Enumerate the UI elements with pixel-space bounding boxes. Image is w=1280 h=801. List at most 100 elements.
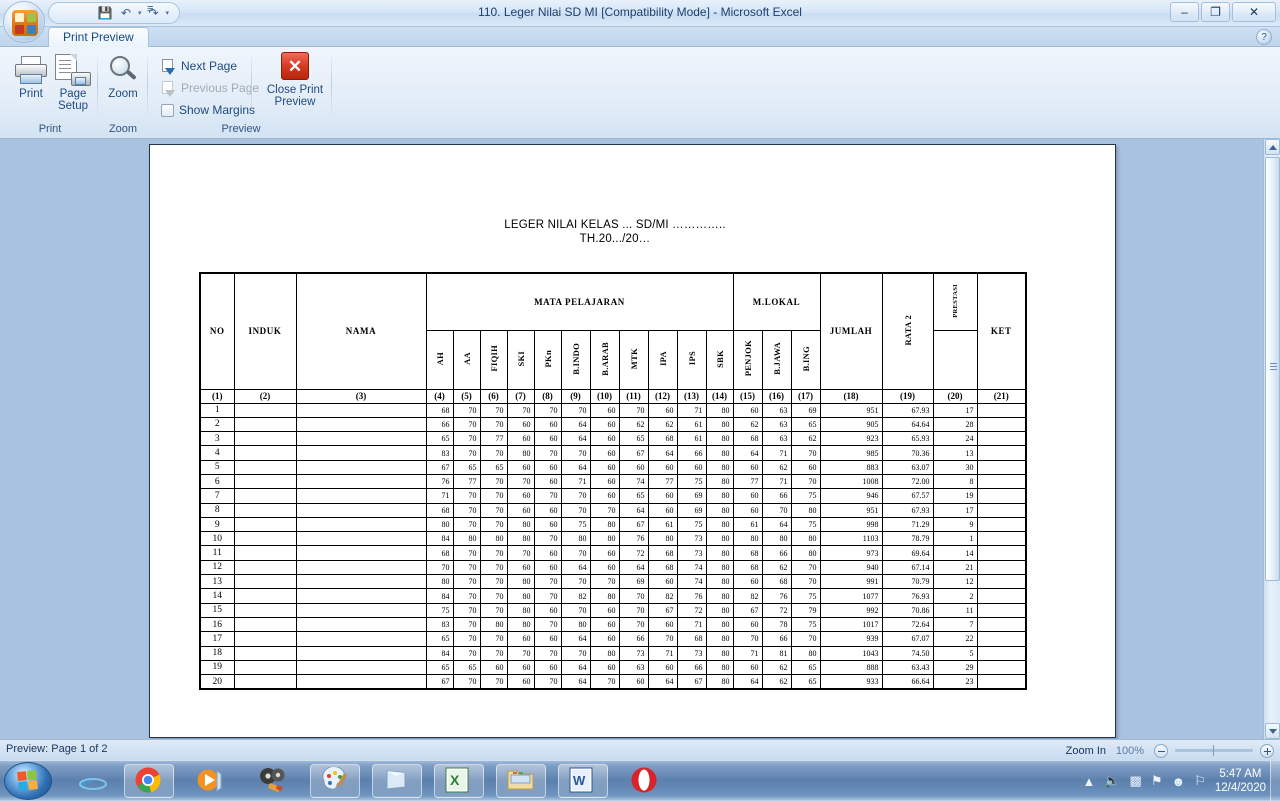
cell-score: 71 [676, 402, 707, 418]
zoom-slider[interactable] [1175, 745, 1253, 756]
subject-col-aa: AA [452, 329, 481, 390]
scroll-down-button[interactable] [1265, 723, 1280, 739]
cell-score: 64 [732, 674, 763, 690]
cell-score: 71 [761, 445, 792, 461]
taskbar-item-movie-maker[interactable] [248, 764, 298, 798]
close-print-preview-button[interactable]: ✕ Close Print Preview [260, 52, 330, 118]
cell-score: 80 [705, 531, 734, 547]
magnifier-icon [108, 52, 138, 88]
subject-label: AA [461, 352, 472, 365]
cell-score: 75 [676, 473, 707, 490]
show-margins-label: Show Margins [179, 103, 256, 117]
show-hidden-icons-icon[interactable]: ▲ [1082, 774, 1095, 789]
cell-score: 67 [676, 674, 707, 690]
vertical-scrollbar[interactable] [1263, 139, 1280, 739]
column-number-cell: (16) [761, 388, 792, 404]
cell-score: 60 [589, 616, 620, 633]
cell-score: 60 [589, 631, 620, 647]
cell-score: 60 [533, 631, 562, 647]
cell-no: 5 [199, 459, 235, 475]
cell-score: 71 [560, 473, 591, 490]
cell-score: 80 [479, 616, 508, 633]
cell-induk [233, 574, 297, 590]
cell-no: 6 [199, 473, 235, 490]
column-number-cell: (7) [506, 388, 535, 404]
zoom-in-button[interactable] [1260, 743, 1274, 758]
cell-score: 63 [761, 416, 792, 433]
show-desktop-button[interactable] [1270, 761, 1280, 801]
taskbar: e X W ▲ 🔈 ▩ ⚑ ☻ ⚐ 5:47 AM 12/4/2020 [0, 760, 1280, 801]
scroll-up-button[interactable] [1265, 139, 1280, 155]
cell-score: 60 [506, 559, 535, 576]
page-setup-icon [55, 52, 91, 88]
cell-induk [233, 502, 297, 518]
cell-score: 72 [761, 602, 792, 618]
window-controls: – ❐ ✕ [1170, 2, 1276, 22]
cell-jumlah: 992 [819, 602, 883, 618]
cell-score: 70 [533, 674, 562, 690]
excel-icon: X [445, 767, 473, 795]
media-player-icon [197, 767, 225, 795]
cell-prestasi: 5 [932, 645, 978, 661]
svg-text:W: W [573, 773, 586, 788]
preview-page[interactable]: LEGER NILAI KELAS ... SD/MI ………….. TH.20… [149, 144, 1116, 738]
zoom-in-label[interactable]: Zoom In [1066, 745, 1106, 757]
page-setup-button[interactable]: Page Setup [47, 52, 99, 118]
show-margins-checkbox[interactable]: Show Margins [158, 100, 258, 120]
office-button[interactable] [3, 1, 45, 43]
taskbar-item-opera[interactable] [620, 764, 670, 798]
start-button[interactable] [4, 762, 52, 800]
taskbar-item-file-explorer[interactable] [496, 764, 546, 798]
cell-score: 65 [425, 431, 454, 447]
tab-print-preview[interactable]: Print Preview [48, 27, 149, 47]
action-center-icon[interactable]: ⚑ [1151, 773, 1163, 789]
clock[interactable]: 5:47 AM 12/4/2020 [1215, 767, 1266, 795]
cell-score: 73 [676, 645, 707, 661]
ribbon-group-zoom: Zoom Zoom [98, 48, 148, 136]
maximize-button[interactable]: ❐ [1201, 2, 1230, 22]
cell-score: 68 [425, 545, 454, 561]
cell-score: 67 [425, 674, 454, 690]
help-icon[interactable]: ? [1256, 29, 1272, 45]
taskbar-item-media-player[interactable] [186, 764, 236, 798]
header-m-lokal: M.LOKAL [732, 272, 821, 331]
zoom-out-button[interactable] [1154, 743, 1168, 758]
cell-score: 75 [790, 488, 821, 504]
taskbar-item-notepad[interactable] [372, 764, 422, 798]
paint-icon [321, 766, 349, 795]
subject-col-barab: B.ARAB [589, 329, 620, 390]
windows-logo-icon [17, 770, 39, 792]
print-preview-area[interactable]: LEGER NILAI KELAS ... SD/MI ………….. TH.20… [0, 139, 1280, 739]
taskbar-item-google-chrome[interactable] [124, 764, 174, 798]
page-setup-label-2: Setup [57, 100, 89, 112]
next-page-button[interactable]: Next Page [158, 56, 240, 76]
subject-label: B.INDO [570, 342, 581, 375]
checkbox-icon[interactable] [161, 103, 174, 117]
scrollbar-thumb[interactable] [1265, 157, 1280, 581]
cell-induk [233, 588, 297, 604]
network-icon[interactable]: ▩ [1130, 773, 1142, 789]
cell-score: 80 [705, 402, 734, 418]
zoom-button[interactable]: Zoom [97, 52, 149, 118]
minimize-button[interactable]: – [1170, 2, 1199, 22]
taskbar-item-internet-explorer[interactable]: e [68, 764, 118, 798]
taskbar-item-paint[interactable] [310, 764, 360, 798]
user-account-icon[interactable]: ☻ [1171, 774, 1185, 789]
cell-score: 80 [761, 531, 792, 547]
close-button[interactable]: ✕ [1232, 2, 1276, 22]
cell-score: 80 [705, 602, 734, 618]
cell-rata2: 69.64 [881, 545, 934, 561]
cell-no: 17 [199, 631, 235, 647]
column-number-cell: (14) [705, 388, 734, 404]
cell-jumlah: 883 [819, 459, 883, 475]
cell-prestasi: 7 [932, 616, 978, 633]
cell-induk [233, 431, 297, 447]
taskbar-item-word[interactable]: W [558, 764, 608, 798]
volume-icon[interactable]: 🔈 [1104, 773, 1120, 789]
flag-icon[interactable]: ⚐ [1194, 773, 1206, 789]
zoom-percent[interactable]: 100% [1113, 745, 1147, 757]
cell-ket [976, 545, 1027, 561]
header-prestasi: PRESTASI [932, 272, 978, 331]
taskbar-item-excel[interactable]: X [434, 764, 484, 798]
cell-score: 70 [732, 631, 763, 647]
